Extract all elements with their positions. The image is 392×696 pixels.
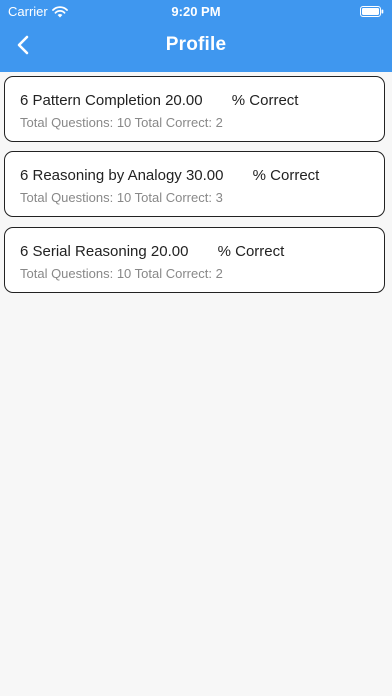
status-bar: Carrier 9:20 PM <box>0 0 392 22</box>
result-subtitle: Total Questions: 10 Total Correct: 2 <box>20 115 223 130</box>
app-bar: Carrier 9:20 PM Profile <box>0 0 392 72</box>
result-title: 6 Pattern Completion 20.00 % Correct <box>20 92 299 109</box>
result-title: 6 Serial Reasoning 20.00 % Correct <box>20 243 285 260</box>
battery-icon <box>360 5 384 17</box>
result-card[interactable]: 6 Pattern Completion 20.00 % Correct Tot… <box>4 76 385 142</box>
result-subtitle: Total Questions: 10 Total Correct: 2 <box>20 266 223 281</box>
result-title: 6 Reasoning by Analogy 30.00 % Correct <box>20 167 320 184</box>
page-title: Profile <box>165 34 227 55</box>
result-subtitle: Total Questions: 10 Total Correct: 3 <box>20 190 223 205</box>
result-card[interactable]: 6 Reasoning by Analogy 30.00 % Correct T… <box>4 151 385 217</box>
result-card[interactable]: 6 Serial Reasoning 20.00 % Correct Total… <box>4 227 385 293</box>
status-time: 9:20 PM <box>171 4 221 19</box>
navigation-bar: Profile <box>0 22 392 72</box>
